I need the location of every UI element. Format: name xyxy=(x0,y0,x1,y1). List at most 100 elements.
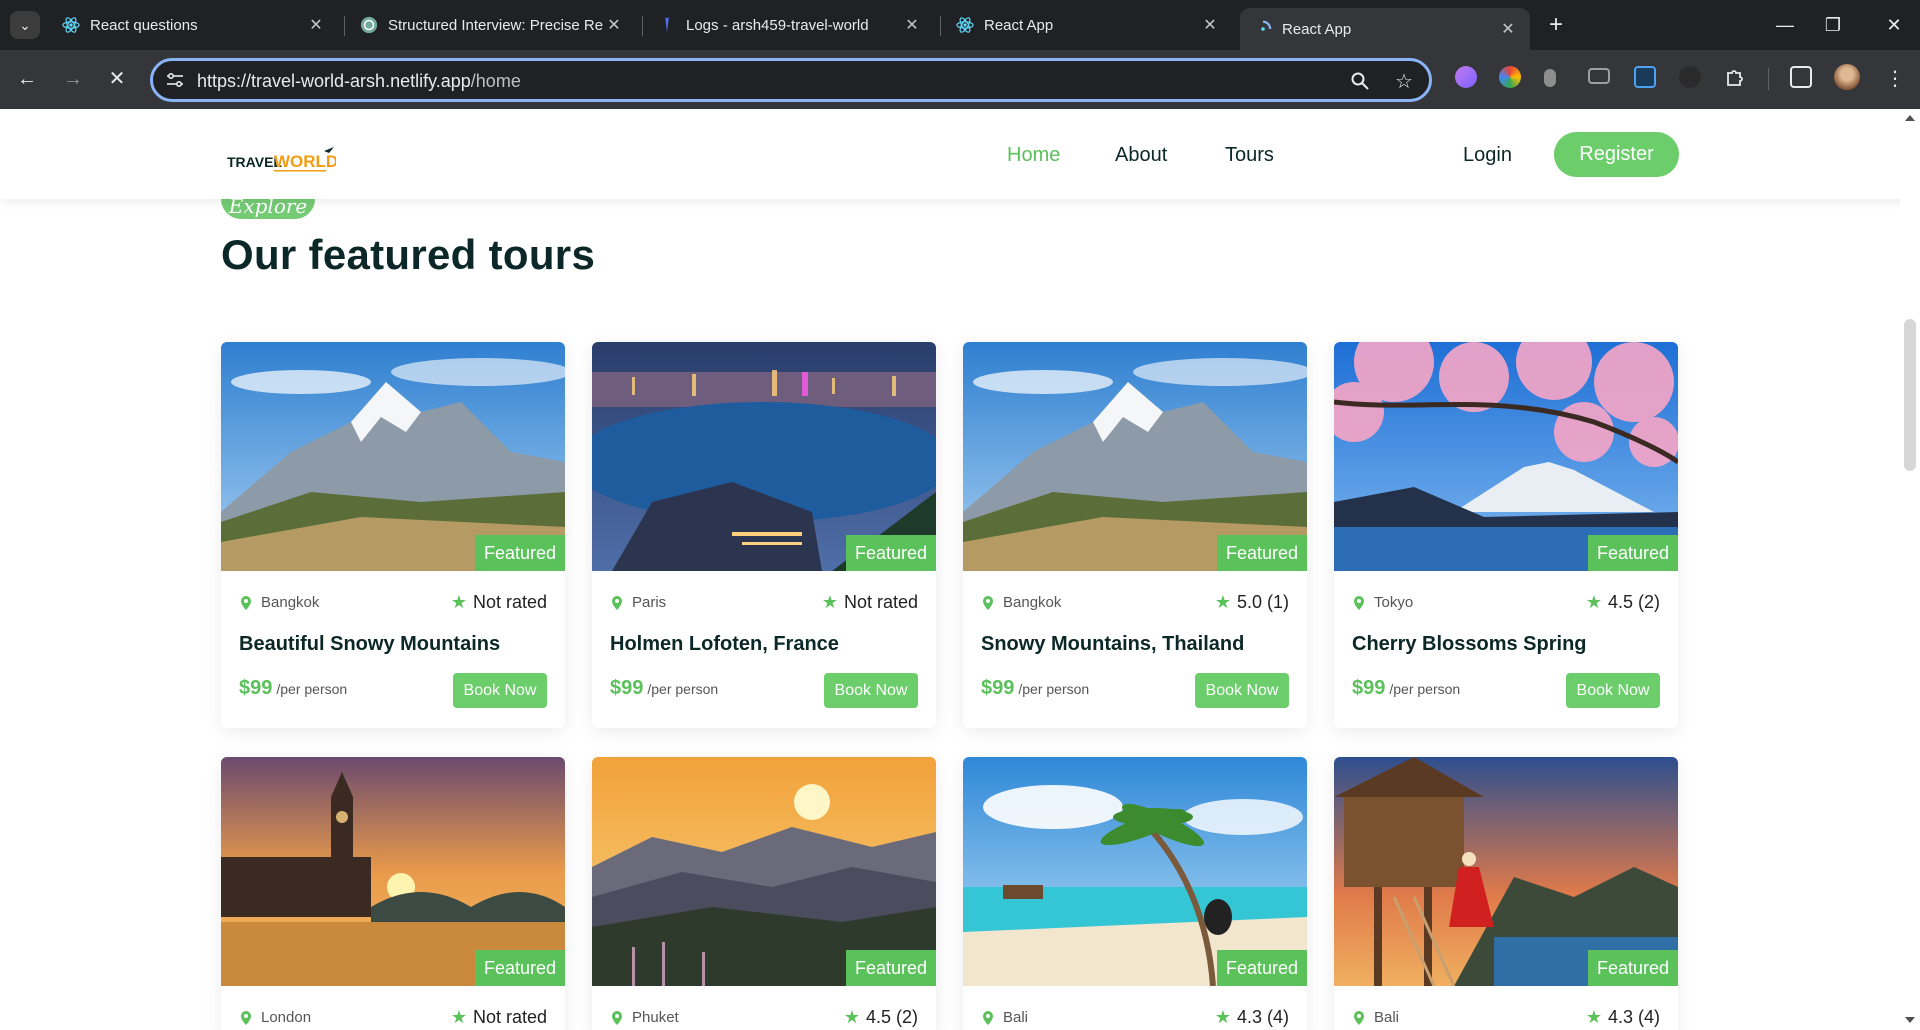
register-button[interactable]: Register xyxy=(1554,132,1679,177)
tour-image-beach[interactable]: Featured xyxy=(963,757,1307,986)
browser-tab-3[interactable]: Logs - arsh459-travel-world ✕ xyxy=(644,8,934,42)
tour-rating: ★ 4.3 (4) xyxy=(1586,1007,1660,1028)
browser-tab-2[interactable]: Structured Interview: Precise Re ✕ xyxy=(346,8,636,42)
tour-title[interactable]: Holmen Lofoten, France xyxy=(592,627,936,671)
forward-button[interactable]: → xyxy=(58,64,88,94)
featured-badge: Featured xyxy=(845,950,936,986)
tour-card[interactable]: Featured Bangkok ★ Not rated Beautiful Sn… xyxy=(221,342,565,728)
close-icon[interactable]: ✕ xyxy=(306,15,326,35)
book-now-button[interactable]: Book Now xyxy=(453,673,547,708)
puzzle-extensions-icon[interactable] xyxy=(1724,66,1746,88)
tour-image-treehouse[interactable]: Featured xyxy=(1334,757,1678,986)
nav-about-link[interactable]: About xyxy=(1115,144,1167,167)
tour-city: Tokyo xyxy=(1374,594,1414,611)
tour-rating: ★ 4.3 (4) xyxy=(1215,1007,1289,1028)
site-header: TRAVEL WORLD Home About Tours Login Regi… xyxy=(0,109,1920,199)
map-pin-icon xyxy=(983,1010,993,1025)
scroll-up-arrow-icon[interactable] xyxy=(1905,115,1915,121)
screenshot-extension-icon[interactable] xyxy=(1634,66,1656,88)
react-loading-icon xyxy=(1254,20,1272,38)
cast-icon[interactable] xyxy=(1588,68,1610,84)
new-tab-button[interactable]: + xyxy=(1543,13,1569,39)
tour-rating: ★ 4.5 (2) xyxy=(844,1007,918,1028)
map-pin-icon xyxy=(983,595,993,610)
tour-image-london[interactable]: Featured xyxy=(221,757,565,986)
tour-image-mountain[interactable]: Featured xyxy=(221,342,565,571)
tour-image-mountain[interactable]: Featured xyxy=(963,342,1307,571)
page-scrollbar[interactable] xyxy=(1900,109,1920,1030)
tour-image-cherry-blossom[interactable]: Featured xyxy=(1334,342,1678,571)
tour-card[interactable]: Featured London ★ Not rated xyxy=(221,757,565,1030)
tour-card[interactable]: Featured Bangkok ★ 5.0 (1) Snowy Mountain… xyxy=(963,342,1307,728)
url-text[interactable]: https://travel-world-arsh.netlify.app/ho… xyxy=(197,71,521,92)
featured-badge: Featured xyxy=(1216,950,1307,986)
book-now-button[interactable]: Book Now xyxy=(824,673,918,708)
nav-home-link[interactable]: Home xyxy=(1007,144,1060,167)
toolbar-divider xyxy=(1768,68,1769,90)
address-bar[interactable]: https://travel-world-arsh.netlify.app/ho… xyxy=(150,58,1432,102)
travel-world-logo[interactable]: TRAVEL WORLD xyxy=(226,139,338,179)
render-icon xyxy=(658,16,676,34)
close-icon[interactable]: ✕ xyxy=(1498,19,1518,39)
nav-tours-link[interactable]: Tours xyxy=(1225,144,1274,167)
stop-loading-button[interactable]: ✕ xyxy=(102,64,132,94)
tour-title[interactable]: Beautiful Snowy Mountains xyxy=(221,627,565,671)
login-link[interactable]: Login xyxy=(1463,144,1512,167)
rating-text: Not rated xyxy=(843,592,918,612)
tour-price: $99/per person xyxy=(1352,677,1460,700)
star-icon: ★ xyxy=(1585,1007,1602,1027)
close-icon[interactable]: ✕ xyxy=(902,15,922,35)
extension-icon[interactable] xyxy=(1455,66,1477,88)
scroll-down-arrow-icon[interactable] xyxy=(1905,1017,1915,1023)
tour-title[interactable]: Cherry Blossoms Spring xyxy=(1334,627,1678,671)
tour-title[interactable]: Snowy Mountains, Thailand xyxy=(963,627,1307,671)
browser-tab-1[interactable]: React questions ✕ xyxy=(48,8,338,42)
tour-card[interactable]: Featured Phuket ★ 4.5 (2) xyxy=(592,757,936,1030)
side-panel-icon[interactable] xyxy=(1790,66,1812,88)
site-info-icon[interactable] xyxy=(165,71,185,89)
menu-kebab-icon[interactable]: ⋮ xyxy=(1880,64,1910,94)
featured-badge: Featured xyxy=(845,535,936,571)
tour-city: Bali xyxy=(1003,1009,1029,1026)
restore-button[interactable]: ❐ xyxy=(1813,10,1853,40)
close-icon[interactable]: ✕ xyxy=(1200,15,1220,35)
price-unit: /per person xyxy=(647,681,719,697)
extension-icon[interactable] xyxy=(1544,69,1556,87)
map-pin-icon xyxy=(241,595,251,610)
price-unit: /per person xyxy=(276,681,348,697)
back-button[interactable]: ← xyxy=(12,64,42,94)
browser-tab-4[interactable]: React App ✕ xyxy=(942,8,1232,42)
rating-text: Not rated xyxy=(472,1007,547,1027)
web-page: TRAVEL WORLD Home About Tours Login Regi… xyxy=(0,109,1920,1030)
browser-tab-5-active[interactable]: React App ✕ xyxy=(1240,8,1530,50)
url-host: travel-world-arsh.netlify.app xyxy=(251,71,471,91)
tour-rating: ★ Not rated xyxy=(451,1007,547,1028)
tour-image-night-city[interactable]: Featured xyxy=(592,342,936,571)
price-value: $99 xyxy=(981,677,1015,699)
zoom-search-icon[interactable] xyxy=(1349,71,1371,93)
tour-city: Bali xyxy=(1374,1009,1400,1026)
rating-text: 4.3 (4) xyxy=(1607,1007,1660,1027)
tour-card[interactable]: Featured Tokyo ★ 4.5 (2) Cherry Blossoms … xyxy=(1334,342,1678,728)
tour-card[interactable]: Featured Bali ★ 4.3 (4) xyxy=(1334,757,1678,1030)
map-pin-icon xyxy=(612,1010,622,1025)
book-now-button[interactable]: Book Now xyxy=(1195,673,1289,708)
price-unit: /per person xyxy=(1389,681,1461,697)
tour-price: $99/per person xyxy=(981,677,1089,700)
close-window-button[interactable]: ✕ xyxy=(1874,10,1914,40)
tour-card[interactable]: Featured Bali ★ 4.3 (4) xyxy=(963,757,1307,1030)
avatar[interactable] xyxy=(1834,64,1860,90)
tab-separator xyxy=(642,16,643,36)
color-picker-extension-icon[interactable] xyxy=(1499,66,1521,88)
minimize-button[interactable]: — xyxy=(1765,10,1805,40)
tour-city: London xyxy=(261,1009,312,1026)
tour-image-sunset-hills[interactable]: Featured xyxy=(592,757,936,986)
arrow-left-icon: ← xyxy=(17,68,37,90)
close-icon[interactable]: ✕ xyxy=(604,15,624,35)
bookmark-star-icon[interactable]: ☆ xyxy=(1393,71,1415,93)
book-now-button[interactable]: Book Now xyxy=(1566,673,1660,708)
dark-mode-extension-icon[interactable] xyxy=(1679,66,1701,88)
tab-search-button[interactable]: ⌄ xyxy=(10,11,40,39)
scrollbar-thumb[interactable] xyxy=(1904,319,1916,471)
tour-card[interactable]: Featured Paris ★ Not rated Holmen Lofoten… xyxy=(592,342,936,728)
